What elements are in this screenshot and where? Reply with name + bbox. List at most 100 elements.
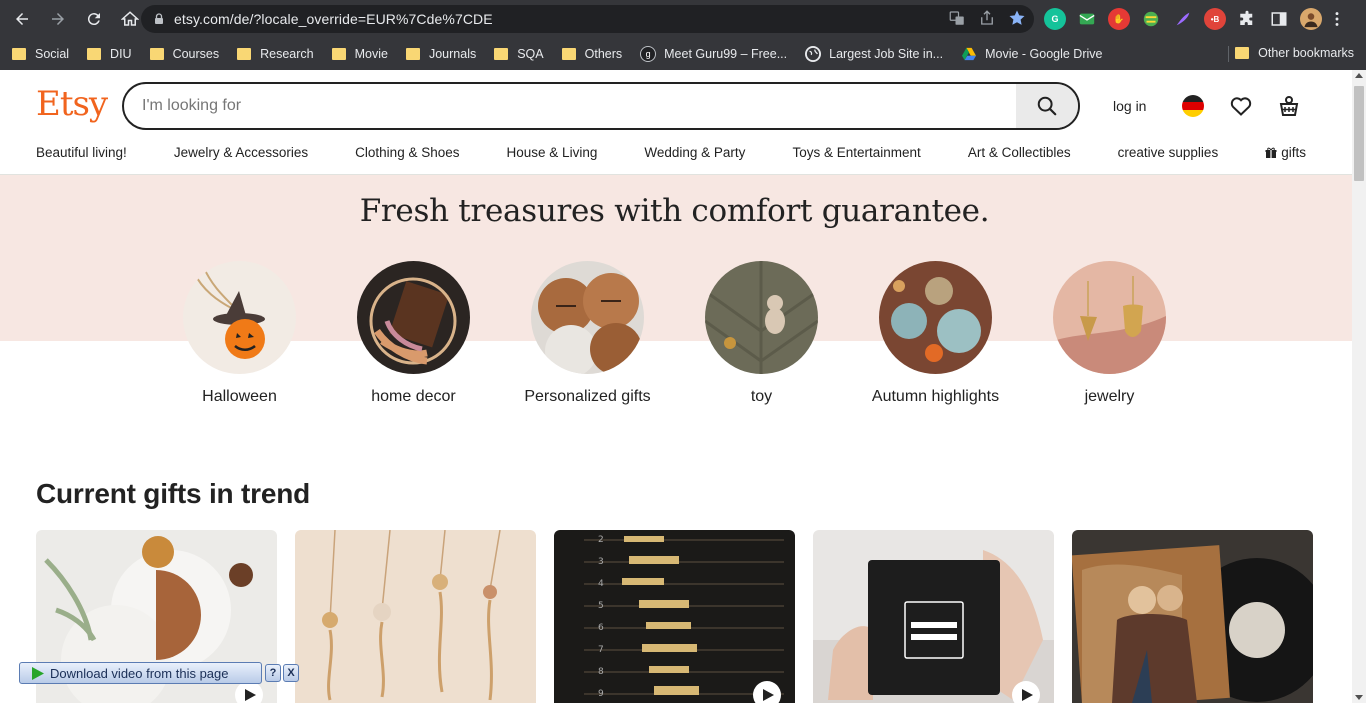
- bookmark-star-icon[interactable]: [1008, 9, 1026, 27]
- chrome-menu-icon[interactable]: [1332, 8, 1342, 30]
- personalized-gifts-image: [531, 261, 644, 374]
- category-gifts[interactable]: gifts: [1265, 145, 1306, 160]
- page-scrollbar[interactable]: [1352, 70, 1366, 703]
- category-toys-entertainment[interactable]: Toys & Entertainment: [792, 145, 920, 160]
- login-link[interactable]: log in: [1113, 98, 1146, 114]
- folder-icon: [237, 48, 252, 60]
- year-of-dates-box-image: [813, 530, 1054, 703]
- folder-icon: [561, 48, 576, 60]
- category-beautiful-living[interactable]: Beautiful living!: [36, 145, 127, 160]
- gifts-label: gifts: [1281, 145, 1306, 160]
- stop-hand-extension-icon[interactable]: ✋: [1108, 8, 1130, 30]
- feather-extension-icon[interactable]: [1172, 8, 1194, 30]
- play-icon: [1022, 689, 1033, 701]
- bookmark-meet-guru99[interactable]: g Meet Guru99 – Free...: [640, 46, 787, 62]
- other-bookmarks-folder[interactable]: Other bookmarks: [1235, 46, 1354, 60]
- bookmark-folder-movie[interactable]: Movie: [331, 47, 388, 61]
- share-icon[interactable]: [978, 9, 996, 27]
- svg-text:8: 8: [598, 667, 604, 677]
- category-jewelry-accessories[interactable]: Jewelry & Accessories: [174, 145, 308, 160]
- category-creative-supplies[interactable]: creative supplies: [1118, 145, 1219, 160]
- shopping-basket-icon[interactable]: [1277, 94, 1301, 118]
- profile-avatar[interactable]: [1300, 8, 1322, 30]
- side-panel-icon[interactable]: [1268, 8, 1290, 30]
- toy-label: toy: [750, 388, 773, 405]
- svg-text:2: 2: [598, 535, 604, 545]
- extensions-puzzle-icon[interactable]: [1236, 8, 1258, 30]
- trend-card-flower-necklaces[interactable]: [295, 530, 536, 703]
- bookmark-folder-social[interactable]: Social: [12, 47, 69, 61]
- scroll-up-arrow-icon[interactable]: [1355, 73, 1363, 78]
- scrollbar-thumb[interactable]: [1354, 86, 1364, 181]
- etsy-logo[interactable]: Etsy: [36, 84, 108, 124]
- play-icon: [245, 689, 256, 701]
- folder-icon: [494, 48, 509, 60]
- bookmark-folder-others[interactable]: Others: [561, 47, 622, 61]
- play-green-icon: [32, 666, 44, 680]
- trend-card-vinyl-photo[interactable]: [1072, 530, 1313, 703]
- search-icon: [1037, 96, 1057, 116]
- bookmark-folder-diu[interactable]: DIU: [87, 47, 132, 61]
- trend-card-year-of-dates[interactable]: [813, 530, 1054, 703]
- hero-title: Fresh treasures with comfort guarantee.: [359, 193, 990, 229]
- bookmark-folder-journals[interactable]: Journals: [405, 47, 476, 61]
- download-close-button[interactable]: X: [283, 664, 299, 682]
- bookmark-folder-courses[interactable]: Courses: [149, 47, 219, 61]
- svg-text:4: 4: [598, 579, 604, 589]
- featured-personalized-gifts[interactable]: Personalized gifts: [524, 261, 651, 407]
- search-input[interactable]: [124, 84, 1016, 128]
- featured-home-decor[interactable]: home decor: [357, 261, 470, 407]
- category-wedding-party[interactable]: Wedding & Party: [644, 145, 745, 160]
- search-bar: [122, 82, 1080, 130]
- play-video-button[interactable]: [1012, 681, 1040, 703]
- jewelry-label: jewelry: [1084, 388, 1135, 405]
- bookmark-folder-research[interactable]: Research: [237, 47, 314, 61]
- featured-halloween[interactable]: Halloween: [183, 261, 296, 407]
- lock-icon: [155, 13, 163, 24]
- autumn-highlights-image: [879, 261, 992, 374]
- name-necklaces-image: 2 3 4 5 6 7 8 9: [554, 530, 795, 703]
- featured-toy[interactable]: toy: [705, 261, 818, 407]
- download-help-button[interactable]: ?: [265, 664, 281, 682]
- play-icon: [763, 689, 774, 701]
- arrow-right-icon: [52, 13, 64, 25]
- home-decor-image: [357, 261, 470, 374]
- reload-icon: [87, 13, 100, 26]
- trend-card-name-necklaces[interactable]: 2 3 4 5 6 7 8 9: [554, 530, 795, 703]
- play-video-button[interactable]: [753, 681, 781, 703]
- flower-necklaces-image: [295, 530, 536, 703]
- address-bar[interactable]: etsy.com/de/?locale_override=EUR%7Cde%7C…: [141, 5, 1034, 33]
- bookmark-folder-sqa[interactable]: SQA: [494, 47, 544, 61]
- forward-button[interactable]: [42, 3, 74, 35]
- globe-icon: [805, 46, 822, 62]
- globe-extension-icon[interactable]: [1140, 8, 1162, 30]
- category-art-collectibles[interactable]: Art & Collectibles: [968, 145, 1071, 160]
- category-house-living[interactable]: House & Living: [507, 145, 598, 160]
- back-button[interactable]: [6, 3, 38, 35]
- vinyl-photo-image: [1072, 530, 1313, 703]
- germany-flag-icon[interactable]: [1182, 95, 1204, 117]
- url-text: etsy.com/de/?locale_override=EUR%7Cde%7C…: [174, 11, 493, 27]
- folder-icon: [405, 48, 420, 60]
- reload-button[interactable]: [78, 3, 110, 35]
- toy-image: [705, 261, 818, 374]
- download-video-button[interactable]: Download video from this page: [19, 662, 262, 684]
- category-clothing-shoes[interactable]: Clothing & Shoes: [355, 145, 459, 160]
- grammarly-extension-icon[interactable]: G: [1044, 8, 1066, 30]
- featured-jewelry[interactable]: jewelry: [1053, 261, 1166, 407]
- favorites-heart-icon[interactable]: [1229, 94, 1253, 118]
- bookmarks-divider: [1228, 46, 1229, 62]
- scroll-down-arrow-icon[interactable]: [1355, 695, 1363, 700]
- folder-icon: [1235, 47, 1250, 59]
- translate-icon[interactable]: [948, 9, 966, 27]
- featured-autumn-highlights[interactable]: Autumn highlights: [872, 261, 999, 407]
- badge-extension-icon[interactable]: •B: [1204, 8, 1226, 30]
- home-icon: [121, 11, 139, 26]
- search-button[interactable]: [1016, 84, 1078, 128]
- folder-icon: [149, 48, 164, 60]
- mail-extension-icon[interactable]: [1076, 8, 1098, 30]
- bookmark-job-site[interactable]: Largest Job Site in...: [805, 46, 943, 62]
- bookmark-google-drive[interactable]: Movie - Google Drive: [961, 46, 1102, 62]
- arrow-left-icon: [16, 13, 28, 25]
- guru99-icon: g: [640, 46, 657, 62]
